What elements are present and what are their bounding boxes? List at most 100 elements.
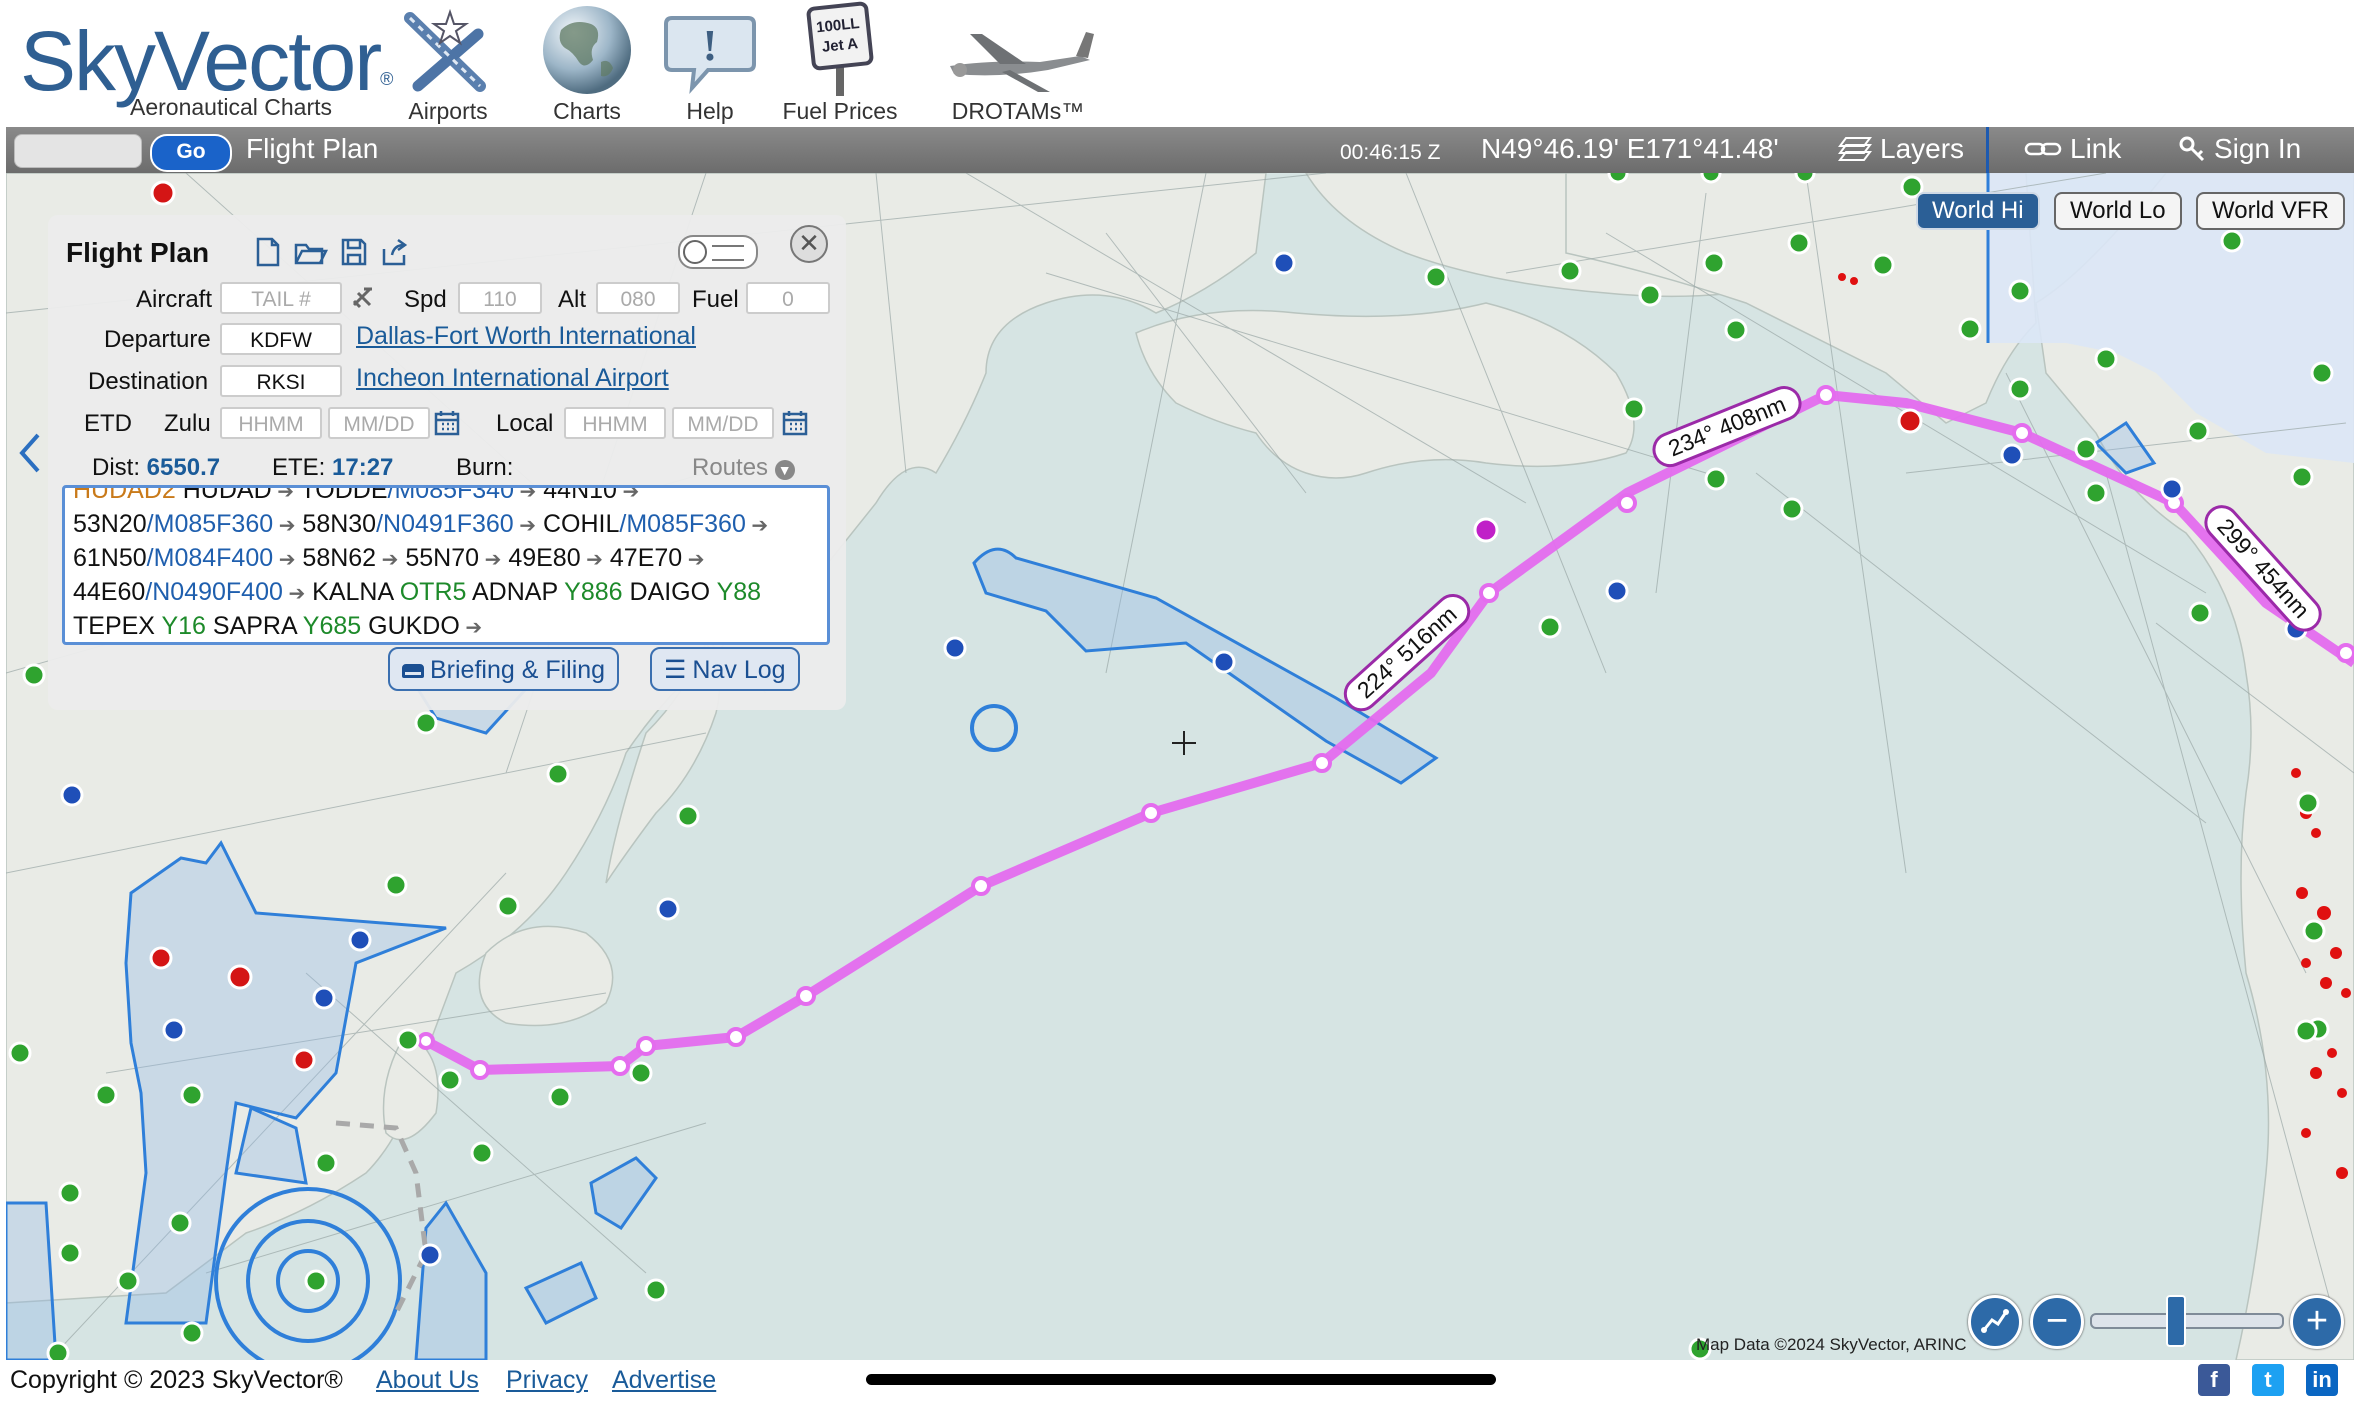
flight-plan-toggle[interactable]: Flight Plan xyxy=(246,133,378,165)
route-token: /N0491F360 xyxy=(376,510,514,538)
skyvector-logo[interactable]: SkyVector® Aeronautical Charts xyxy=(20,16,393,120)
key-icon xyxy=(2179,136,2205,162)
chart-world-hi-button[interactable]: World Hi xyxy=(1916,192,2040,230)
route-token: DAIGO xyxy=(622,578,717,606)
route-arrow-icon: ➔ xyxy=(459,617,483,639)
zoom-out-button[interactable]: − xyxy=(2030,1295,2084,1349)
nav-charts[interactable]: Charts xyxy=(528,6,646,124)
burn-stat: Burn: xyxy=(456,454,514,481)
zoom-slider-handle[interactable] xyxy=(2166,1295,2186,1347)
briefing-filing-button[interactable]: Briefing & Filing xyxy=(388,647,620,691)
route-token: /N0490F400 xyxy=(145,578,283,606)
route-token: /M085F340 xyxy=(387,485,514,504)
destination-airport-link[interactable]: Incheon International Airport xyxy=(356,364,669,393)
linkedin-icon[interactable]: in xyxy=(2306,1364,2338,1396)
help-bubble-icon: ! xyxy=(652,6,768,96)
go-button[interactable]: Go xyxy=(150,134,232,172)
map-attribution: Map Data ©2024 SkyVector, ARINC xyxy=(1696,1335,1967,1354)
route-line: HUDAD2 HUDAD ➔ TODDE/M085F340 ➔ 44N10 ➔ xyxy=(73,485,819,508)
close-button[interactable]: ✕ xyxy=(790,225,828,263)
distance-value: 6550.7 xyxy=(146,454,221,481)
local-time-input[interactable]: HHMM xyxy=(564,407,666,439)
route-arrow-icon: ➔ xyxy=(376,549,399,571)
route-arrow-icon: ➔ xyxy=(273,549,296,571)
flight-plan-title: Flight Plan xyxy=(66,237,210,268)
advertise-link[interactable]: Advertise xyxy=(612,1366,716,1395)
route-arrow-icon: ➔ xyxy=(616,485,640,503)
privacy-link[interactable]: Privacy xyxy=(506,1366,588,1395)
route-token: 44N10 xyxy=(536,485,617,504)
nav-drotams[interactable]: DROTAMs™ xyxy=(928,6,1108,124)
aircraft-search-icon[interactable] xyxy=(350,285,376,311)
destination-input[interactable]: RKSI xyxy=(220,365,342,397)
home-indicator xyxy=(866,1374,1496,1385)
zulu-time-input[interactable]: HHMM xyxy=(220,407,322,439)
ruler-tool-button[interactable] xyxy=(1968,1295,2022,1349)
about-us-link[interactable]: About Us xyxy=(376,1366,479,1395)
route-token: OTR5 xyxy=(399,578,467,606)
toolbar-divider xyxy=(1986,127,1989,173)
zoom-in-button[interactable]: + xyxy=(2290,1295,2344,1349)
route-token: GUKDO xyxy=(361,612,460,640)
chart-world-lo-button[interactable]: World Lo xyxy=(2054,192,2182,230)
share-icon[interactable] xyxy=(380,237,408,267)
route-token: /M085F360 xyxy=(146,510,274,538)
layers-icon xyxy=(1838,137,1872,161)
route-token: 44E60 xyxy=(73,578,146,606)
calendar-icon[interactable] xyxy=(434,410,460,436)
altitude-input[interactable]: 080 xyxy=(596,282,680,314)
etd-label: ETD xyxy=(84,410,132,437)
open-folder-icon[interactable] xyxy=(294,237,328,267)
svg-text:!: ! xyxy=(703,21,718,70)
new-file-icon[interactable] xyxy=(254,237,282,267)
chart-world-vfr-button[interactable]: World VFR xyxy=(2196,192,2345,230)
departure-airport-link[interactable]: Dallas-Fort Worth International xyxy=(356,322,696,351)
route-tool-icon xyxy=(1981,1309,2009,1333)
route-arrow-icon: ➔ xyxy=(282,583,306,605)
link-button[interactable]: Link xyxy=(2024,133,2121,165)
zoom-slider-track[interactable] xyxy=(2090,1313,2284,1329)
route-line: 53N20/M085F360 ➔ 58N30/N0491F360 ➔ COHIL… xyxy=(73,508,819,542)
save-icon[interactable] xyxy=(340,237,368,267)
fuel-input[interactable]: 0 xyxy=(746,282,830,314)
route-line: TEPEX Y16 SAPRA Y685 GUKDO ➔ xyxy=(73,610,819,642)
route-token: 53N20 xyxy=(73,510,147,538)
drone-icon xyxy=(928,6,1108,96)
copyright-text: Copyright © 2023 SkyVector® xyxy=(10,1366,343,1394)
local-date-input[interactable]: MM/DD xyxy=(672,407,774,439)
route-arrow-icon: ➔ xyxy=(479,549,502,571)
sign-in-button[interactable]: Sign In xyxy=(2178,133,2301,165)
nav-airports[interactable]: Airports xyxy=(392,6,504,124)
route-token: 55N70 xyxy=(398,544,480,572)
distance-stat: Dist: 6550.7 xyxy=(92,454,221,481)
route-arrow-icon: ➔ xyxy=(513,485,537,503)
nav-log-button[interactable]: ☰ Nav Log xyxy=(650,647,800,691)
fuel-label: Fuel xyxy=(692,286,739,313)
panel-collapse-arrow-icon[interactable] xyxy=(18,433,40,473)
layers-button[interactable]: Layers xyxy=(1838,133,1964,165)
route-arrow-icon: ➔ xyxy=(271,485,294,503)
nav-fuel-prices[interactable]: 100LL Jet A Fuel Prices xyxy=(776,1,904,124)
plus-icon: + xyxy=(2305,1300,2329,1342)
route-arrow-icon: ➔ xyxy=(273,515,296,537)
speed-input[interactable]: 110 xyxy=(458,282,542,314)
routes-button[interactable]: Routes ▼ xyxy=(692,454,795,482)
zulu-date-input[interactable]: MM/DD xyxy=(328,407,430,439)
route-token: Y16 xyxy=(161,612,206,640)
search-input[interactable] xyxy=(14,134,142,168)
panel-view-toggle[interactable] xyxy=(678,235,758,269)
chevron-down-circle-icon: ▼ xyxy=(774,460,795,480)
twitter-icon[interactable]: t xyxy=(2252,1364,2284,1396)
aircraft-input[interactable]: TAIL # xyxy=(220,282,342,314)
departure-input[interactable]: KDFW xyxy=(220,323,342,355)
route-arrow-icon: ➔ xyxy=(580,549,603,571)
route-arrow-icon: ➔ xyxy=(745,515,769,537)
nav-help[interactable]: ! Help xyxy=(652,6,768,124)
route-token: 61N50 xyxy=(73,544,147,572)
route-textarea[interactable]: HUDAD2 HUDAD ➔ TODDE/M085F340 ➔ 44N10 ➔ 5… xyxy=(62,485,830,645)
airport-icon xyxy=(392,6,504,96)
facebook-icon[interactable]: f xyxy=(2198,1364,2230,1396)
route-token: SAPRA xyxy=(205,612,303,640)
destination-label: Destination xyxy=(88,368,209,395)
calendar-icon[interactable] xyxy=(782,410,808,436)
